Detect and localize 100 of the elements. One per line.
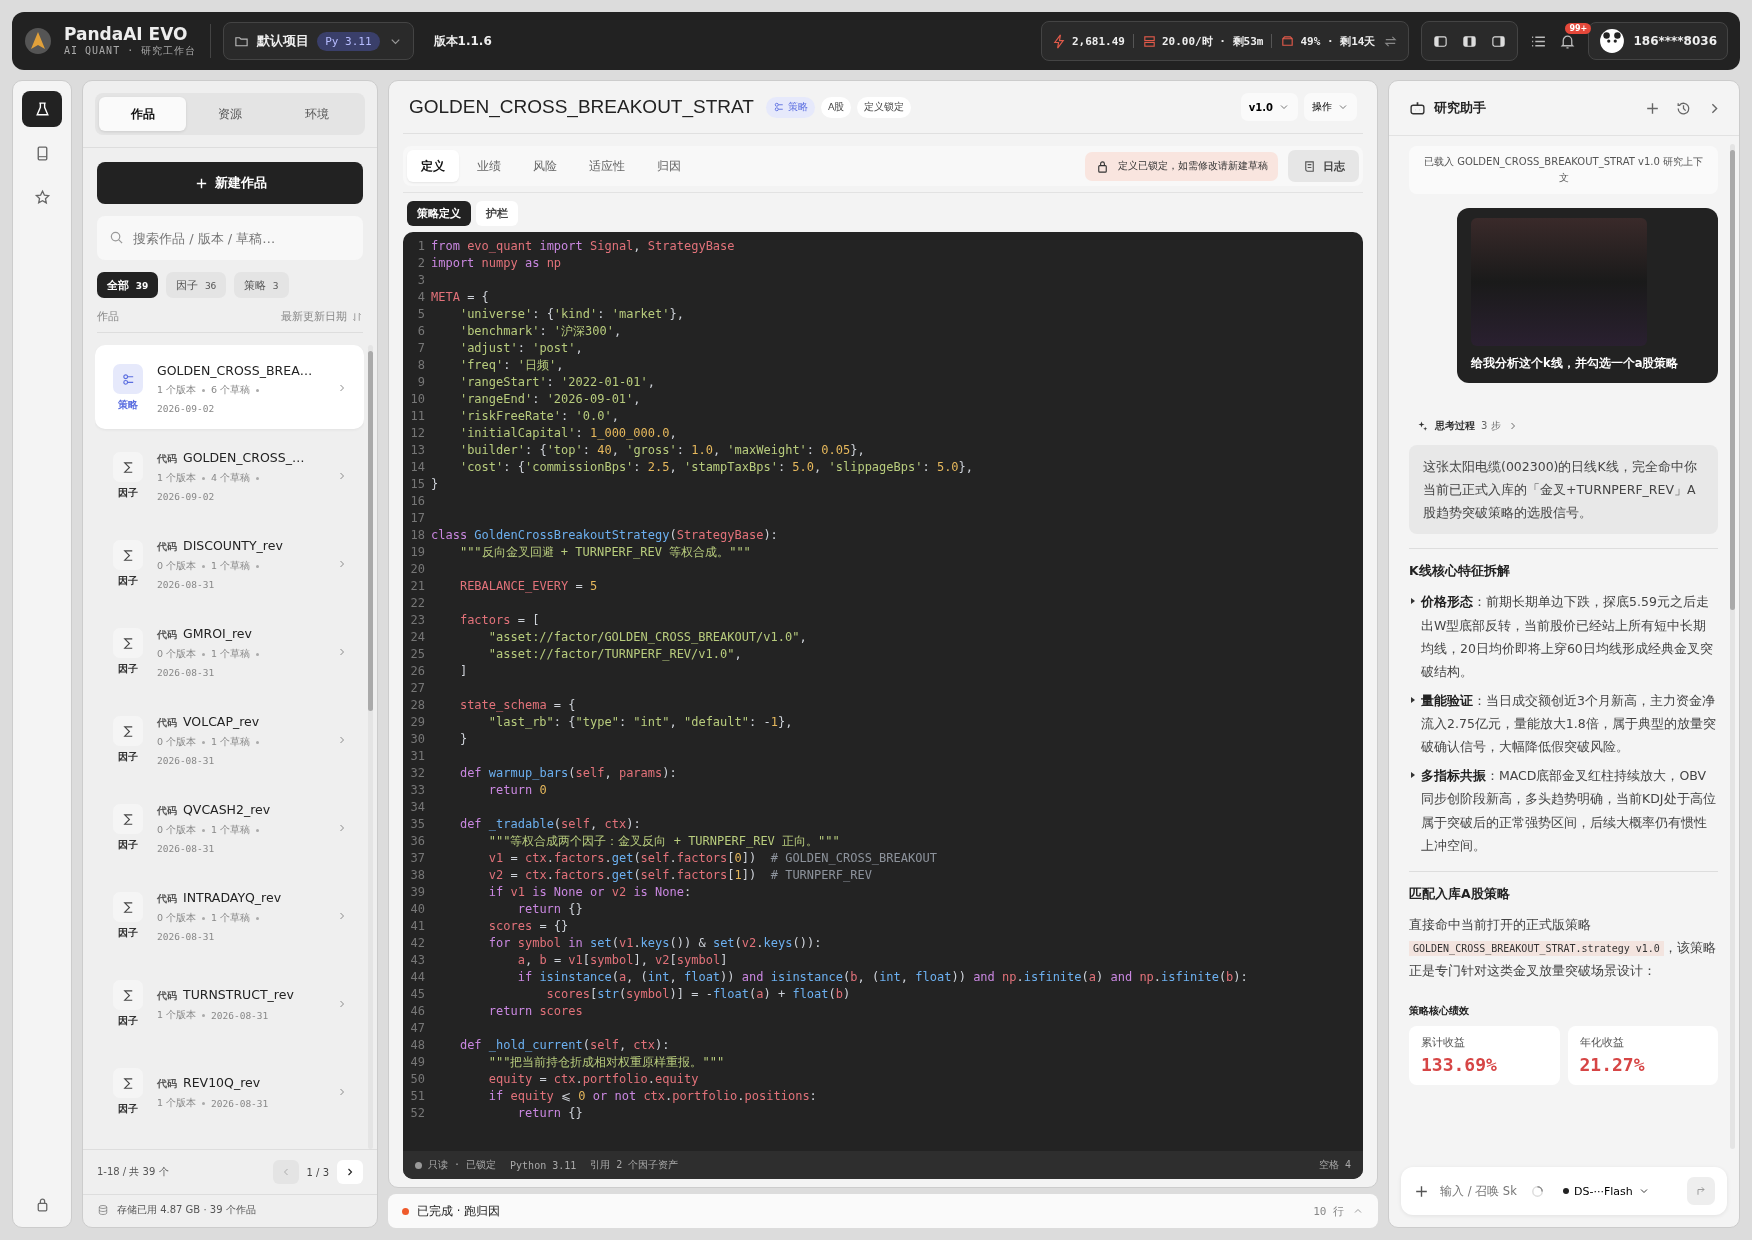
work-list-item[interactable]: 因子 代码 QVCASH2_rev 0 个版本 1 个草稿 2026-08-31 (95, 785, 364, 869)
type-label: 因子 (118, 662, 138, 676)
work-meta: 2026-08-31 (211, 1009, 269, 1021)
line-number: 4 (416, 289, 426, 306)
code-line: """反向金叉回避 + TURNPERF_REV 等权合成。""" (458, 544, 751, 561)
line-number: 45 (409, 986, 426, 1003)
work-meta: 1 个草稿 (211, 736, 251, 749)
tag: 定义锁定 (857, 96, 912, 118)
actions-dropdown[interactable]: 操作 (1304, 93, 1357, 121)
code-line: def _tradable(self, ctx): (458, 816, 641, 833)
editor-tab[interactable]: 归因 (643, 150, 695, 182)
work-list-item[interactable]: 因子 代码 REV10Q_rev 1 个版本 2026-08-31 (95, 1049, 364, 1133)
line-number: 2 (416, 255, 426, 272)
library-tab[interactable]: 资源 (186, 97, 274, 131)
work-list-item[interactable]: 因子 代码 GOLDEN_CROSS_… 1 个版本 4 个草稿 2026-09-02 (95, 433, 364, 517)
new-work-button[interactable]: 新建作品 (97, 162, 363, 204)
line-number: 22 (409, 595, 426, 612)
code-tag: 代码 (157, 452, 177, 466)
sparkle-icon (1417, 420, 1429, 432)
filter-chip[interactable]: 因子 36 (166, 272, 227, 298)
strategy-title: GOLDEN_CROSS_BREAKOUT_STRAT (409, 96, 754, 118)
page-indicator: 1 / 3 (306, 1166, 329, 1178)
send-arrow-icon (1695, 1185, 1707, 1197)
work-list-item[interactable]: 策略 GOLDEN_CROSS_BREA… 1 个版本 6 个草稿 2026-09-02 (95, 345, 364, 429)
type-label: 因子 (118, 486, 138, 500)
code-line: 'freq': '日频', (458, 357, 564, 374)
version-dropdown[interactable]: v1.0 (1240, 93, 1298, 121)
sub-tab[interactable]: 策略定义 (407, 201, 471, 226)
work-list-item[interactable]: 因子 代码 INTRADAYQ_rev 0 个版本 1 个草稿 2026-08-31 (95, 873, 364, 957)
context-note: 已载入 GOLDEN_CROSS_BREAKOUT_STRAT v1.0 研究上下文 (1409, 146, 1718, 194)
code-line: if equity ⩽ 0 or not ctx.portfolio.positions: (487, 1088, 817, 1105)
work-meta: 2026-08-31 (157, 843, 215, 854)
type-label: 策略 (118, 398, 138, 412)
stat-value: 49% · 剩14天 (1300, 33, 1376, 49)
code-line: import numpy as np (431, 255, 562, 272)
line-number: 46 (409, 1003, 426, 1020)
code-line: v2 = ctx.factors.get(self.factors[1]) # TURNPERF_REV (487, 867, 872, 884)
line-number: 25 (409, 646, 426, 663)
work-meta: 1 个草稿 (211, 912, 251, 925)
editor-status: 只读 · 已锁定 (428, 1158, 497, 1172)
line-number: 31 (409, 748, 426, 765)
metrics-heading: 策略核心绩效 (1409, 1004, 1470, 1019)
lightning-icon (1052, 33, 1067, 49)
model-selector[interactable]: DS-···Flash (1563, 1184, 1650, 1198)
editor-tab[interactable]: 定义 (407, 150, 459, 182)
filter-chip[interactable]: 策略 3 (234, 272, 289, 298)
bullet-icon (1409, 695, 1417, 704)
avatar-icon (1599, 28, 1626, 54)
flask-nav-button[interactable] (22, 91, 62, 127)
code-line: scores = {} (487, 918, 569, 935)
library-tab[interactable]: 作品 (99, 97, 187, 131)
library-tab[interactable]: 环境 (273, 97, 361, 131)
filter-chip[interactable]: 全部 39 (97, 272, 159, 298)
code-tag: 代码 (157, 540, 177, 554)
project-selector[interactable]: 默认项目 Py 3.11 (223, 22, 414, 60)
editor-tab[interactable]: 风险 (519, 150, 571, 182)
line-number: 49 (409, 1054, 426, 1071)
storage-label: 存储已用 4.87 GB · 39 个作品 (117, 1203, 256, 1217)
log-button[interactable]: 日志 (1288, 150, 1359, 182)
work-meta: 1 个版本 (157, 472, 197, 485)
work-meta: 1 个草稿 (211, 648, 251, 661)
code-tag: 代码 (157, 1076, 177, 1091)
line-number: 3 (416, 272, 426, 289)
code-editor[interactable] (403, 232, 1363, 1179)
flow-icon (772, 101, 785, 113)
work-meta: 0 个版本 (157, 736, 197, 749)
editor-tab[interactable]: 适应性 (575, 150, 639, 182)
metric-label: 年化收益 (1579, 1036, 1625, 1051)
line-number: 27 (409, 680, 426, 697)
code-line: return {} (516, 901, 583, 918)
work-meta: 6 个草稿 (211, 383, 251, 397)
work-title: DISCOUNTY_rev (183, 538, 283, 553)
bullet-icon (1409, 771, 1417, 780)
user-menu[interactable]: 186****8036 (1588, 22, 1728, 60)
line-number: 10 (409, 391, 426, 408)
code-line: """等权合成两个因子：金叉反向 + TURNPERF_REV 正向。""" (487, 833, 840, 850)
message-input[interactable]: 输入 / 召唤 Sk (1438, 1183, 1522, 1199)
stat-value: 20.00/时 · 剩53m (1161, 33, 1264, 49)
work-list-item[interactable]: 因子 代码 DISCOUNTY_rev 0 个版本 1 个草稿 2026-08-31 (95, 521, 364, 605)
search-field[interactable]: 搜索作品 / 版本 / 草稿… (97, 216, 363, 260)
type-label: 因子 (118, 926, 138, 940)
sub-tab[interactable]: 护栏 (476, 201, 518, 226)
strategy-tag: 策略 (765, 96, 815, 118)
work-meta: 1 个版本 (157, 1008, 197, 1022)
line-number: 5 (416, 306, 426, 323)
code-tag: 代码 (157, 892, 177, 906)
run-status: 已完成 · 跑归因 (417, 1203, 500, 1219)
thinking-toggle[interactable]: 思考过程 3 步 (1417, 419, 1519, 433)
range-label: 1-18 / 共 39 个 (97, 1165, 169, 1179)
code-line: 'rangeEnd': '2026-09-01', (458, 391, 641, 408)
code-tag: 代码 (157, 716, 177, 730)
line-number: 52 (409, 1105, 426, 1122)
editor-tab[interactable]: 业绩 (463, 150, 515, 182)
code-tag: 代码 (157, 628, 177, 642)
line-number: 17 (409, 510, 426, 527)
work-list-item[interactable]: 因子 代码 GMROI_rev 0 个版本 1 个草稿 2026-08-31 (95, 609, 364, 693)
work-list-item[interactable]: 因子 代码 TURNSTRUCT_rev 1 个版本 2026-08-31 (95, 961, 364, 1045)
work-list-item[interactable]: 因子 代码 VOLCAP_rev 0 个版本 1 个草稿 2026-08-31 (95, 697, 364, 781)
code-line: "asset://factor/GOLDEN_CROSS_BREAKOUT/v1.0", (487, 629, 807, 646)
lock-notice: 定义已锁定，如需修改请新建草稿 (1085, 151, 1278, 181)
